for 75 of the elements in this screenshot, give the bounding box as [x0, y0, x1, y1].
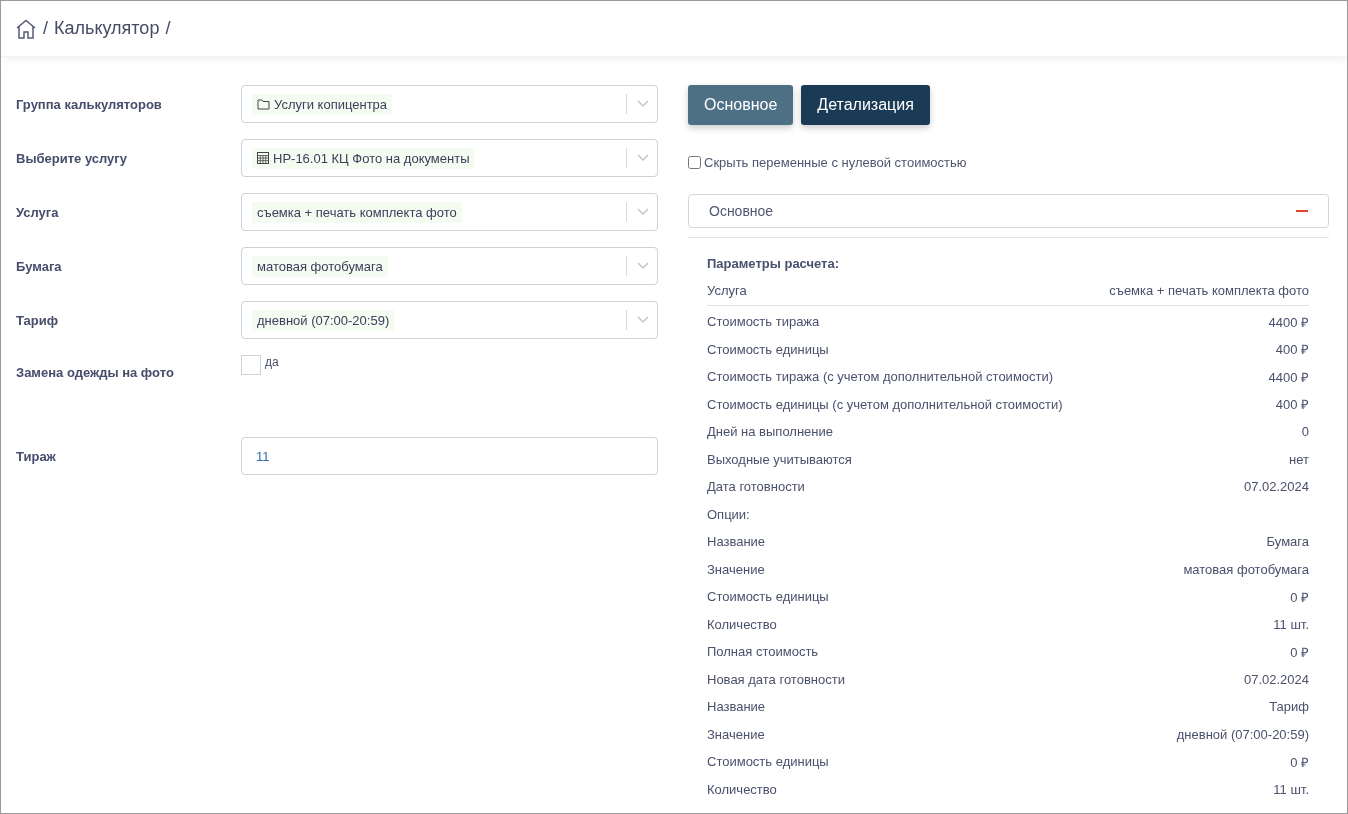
select-field[interactable]: съемка + печать комплекта фото [241, 193, 658, 231]
detail-label: Стоимость единицы [707, 341, 829, 357]
home-icon[interactable] [15, 18, 37, 39]
breadcrumb-text: Калькулятор [54, 18, 160, 39]
detail-label: Стоимость тиража (с учетом дополнительной стоимости) [707, 369, 1054, 385]
detail-value: 0 ₽ [1290, 753, 1309, 771]
detail-label: Стоимость единицы [707, 754, 829, 770]
detail-value: матовая фотобумага [1183, 561, 1309, 577]
selected-value: Услуги копицентра [274, 96, 388, 112]
detail-label: Стоимость единицы (с учетом дополнительной стоимости) [707, 396, 1063, 412]
tab[interactable]: Детализация [801, 85, 930, 125]
chevron-down-icon [637, 100, 649, 108]
detail-value: 4400 ₽ [1268, 368, 1309, 386]
selected-value: дневной (07:00-20:59) [257, 312, 390, 328]
chevron-down-icon [637, 316, 649, 324]
detail-label: Дата готовности [707, 479, 805, 495]
select-field[interactable]: дневной (07:00-20:59) [241, 301, 658, 339]
field-label: Тираж [16, 448, 57, 464]
accordion-title: Основное [709, 203, 774, 219]
checkbox[interactable] [241, 355, 261, 375]
detail-label: Новая дата готовности [707, 671, 845, 687]
selected-value: матовая фотобумага [257, 258, 383, 274]
folder-icon [257, 98, 270, 110]
detail-label: Дней на выполнение [707, 424, 833, 440]
select-field[interactable]: НР-16.01 КЦ Фото на документы [241, 139, 658, 177]
group-label: Опции: [707, 506, 750, 522]
checkbox-label: да [265, 355, 279, 369]
field-label: Тариф [16, 312, 60, 328]
detail-value: Бумага [1266, 534, 1309, 550]
breadcrumb-text: / [165, 18, 171, 39]
input-field[interactable]: 11 [241, 437, 658, 475]
detail-label: Название [707, 534, 766, 550]
section-heading: Параметры расчета: [707, 255, 840, 271]
detail-label: Стоимость тиража [707, 314, 820, 330]
detail-value: 07.02.2024 [1243, 671, 1309, 687]
detail-label: Название [707, 699, 766, 715]
chevron-down-icon [637, 208, 649, 216]
field-label: Выберите услугу [16, 150, 128, 166]
tab[interactable]: Основное [688, 85, 794, 125]
detail-value: 0 ₽ [1290, 588, 1309, 606]
detail-value: 0 ₽ [1290, 643, 1309, 661]
chevron-down-icon [637, 154, 649, 162]
detail-label: Значение [707, 726, 765, 742]
detail-label: Выходные учитываются [707, 451, 852, 467]
detail-value: 4400 ₽ [1268, 313, 1309, 331]
detail-label: Стоимость единицы [707, 589, 829, 605]
field-label: Бумага [16, 258, 63, 274]
chevron-down-icon [637, 262, 649, 270]
breadcrumb-text: / [43, 18, 48, 39]
field-label: Группа калькуляторов [16, 96, 163, 112]
detail-value: 11 шт. [1273, 781, 1309, 797]
detail-label: Услуга [707, 283, 747, 298]
detail-value: 400 ₽ [1275, 396, 1309, 414]
detail-value: Тариф [1269, 699, 1309, 715]
field-label: Услуга [16, 204, 60, 220]
accordion-header[interactable]: Основное [688, 194, 1329, 228]
detail-label: Количество [707, 616, 777, 632]
detail-value: 07.02.2024 [1243, 479, 1309, 495]
detail-value: дневной (07:00-20:59) [1176, 726, 1309, 742]
field-label: Замена одежды на фото [16, 365, 175, 380]
detail-value: 400 ₽ [1275, 341, 1309, 359]
calculator-icon [257, 152, 269, 164]
selected-value: НР-16.01 КЦ Фото на документы [273, 150, 470, 166]
select-field[interactable]: Услуги копицентра [241, 85, 658, 123]
detail-value: съемка + печать комплекта фото [1109, 283, 1309, 298]
select-field[interactable]: матовая фотобумага [241, 247, 658, 285]
detail-label: Количество [707, 781, 777, 797]
detail-value: 0 [1301, 424, 1309, 440]
detail-value: 11 шт. [1273, 616, 1309, 632]
selected-value: съемка + печать комплекта фото [257, 204, 457, 220]
checkbox[interactable] [688, 156, 701, 169]
detail-value: нет [1289, 451, 1309, 467]
detail-label: Значение [707, 561, 765, 577]
detail-label: Полная стоимость [707, 644, 819, 660]
checkbox-label: Скрыть переменные с нулевой стоимостью [704, 155, 967, 170]
